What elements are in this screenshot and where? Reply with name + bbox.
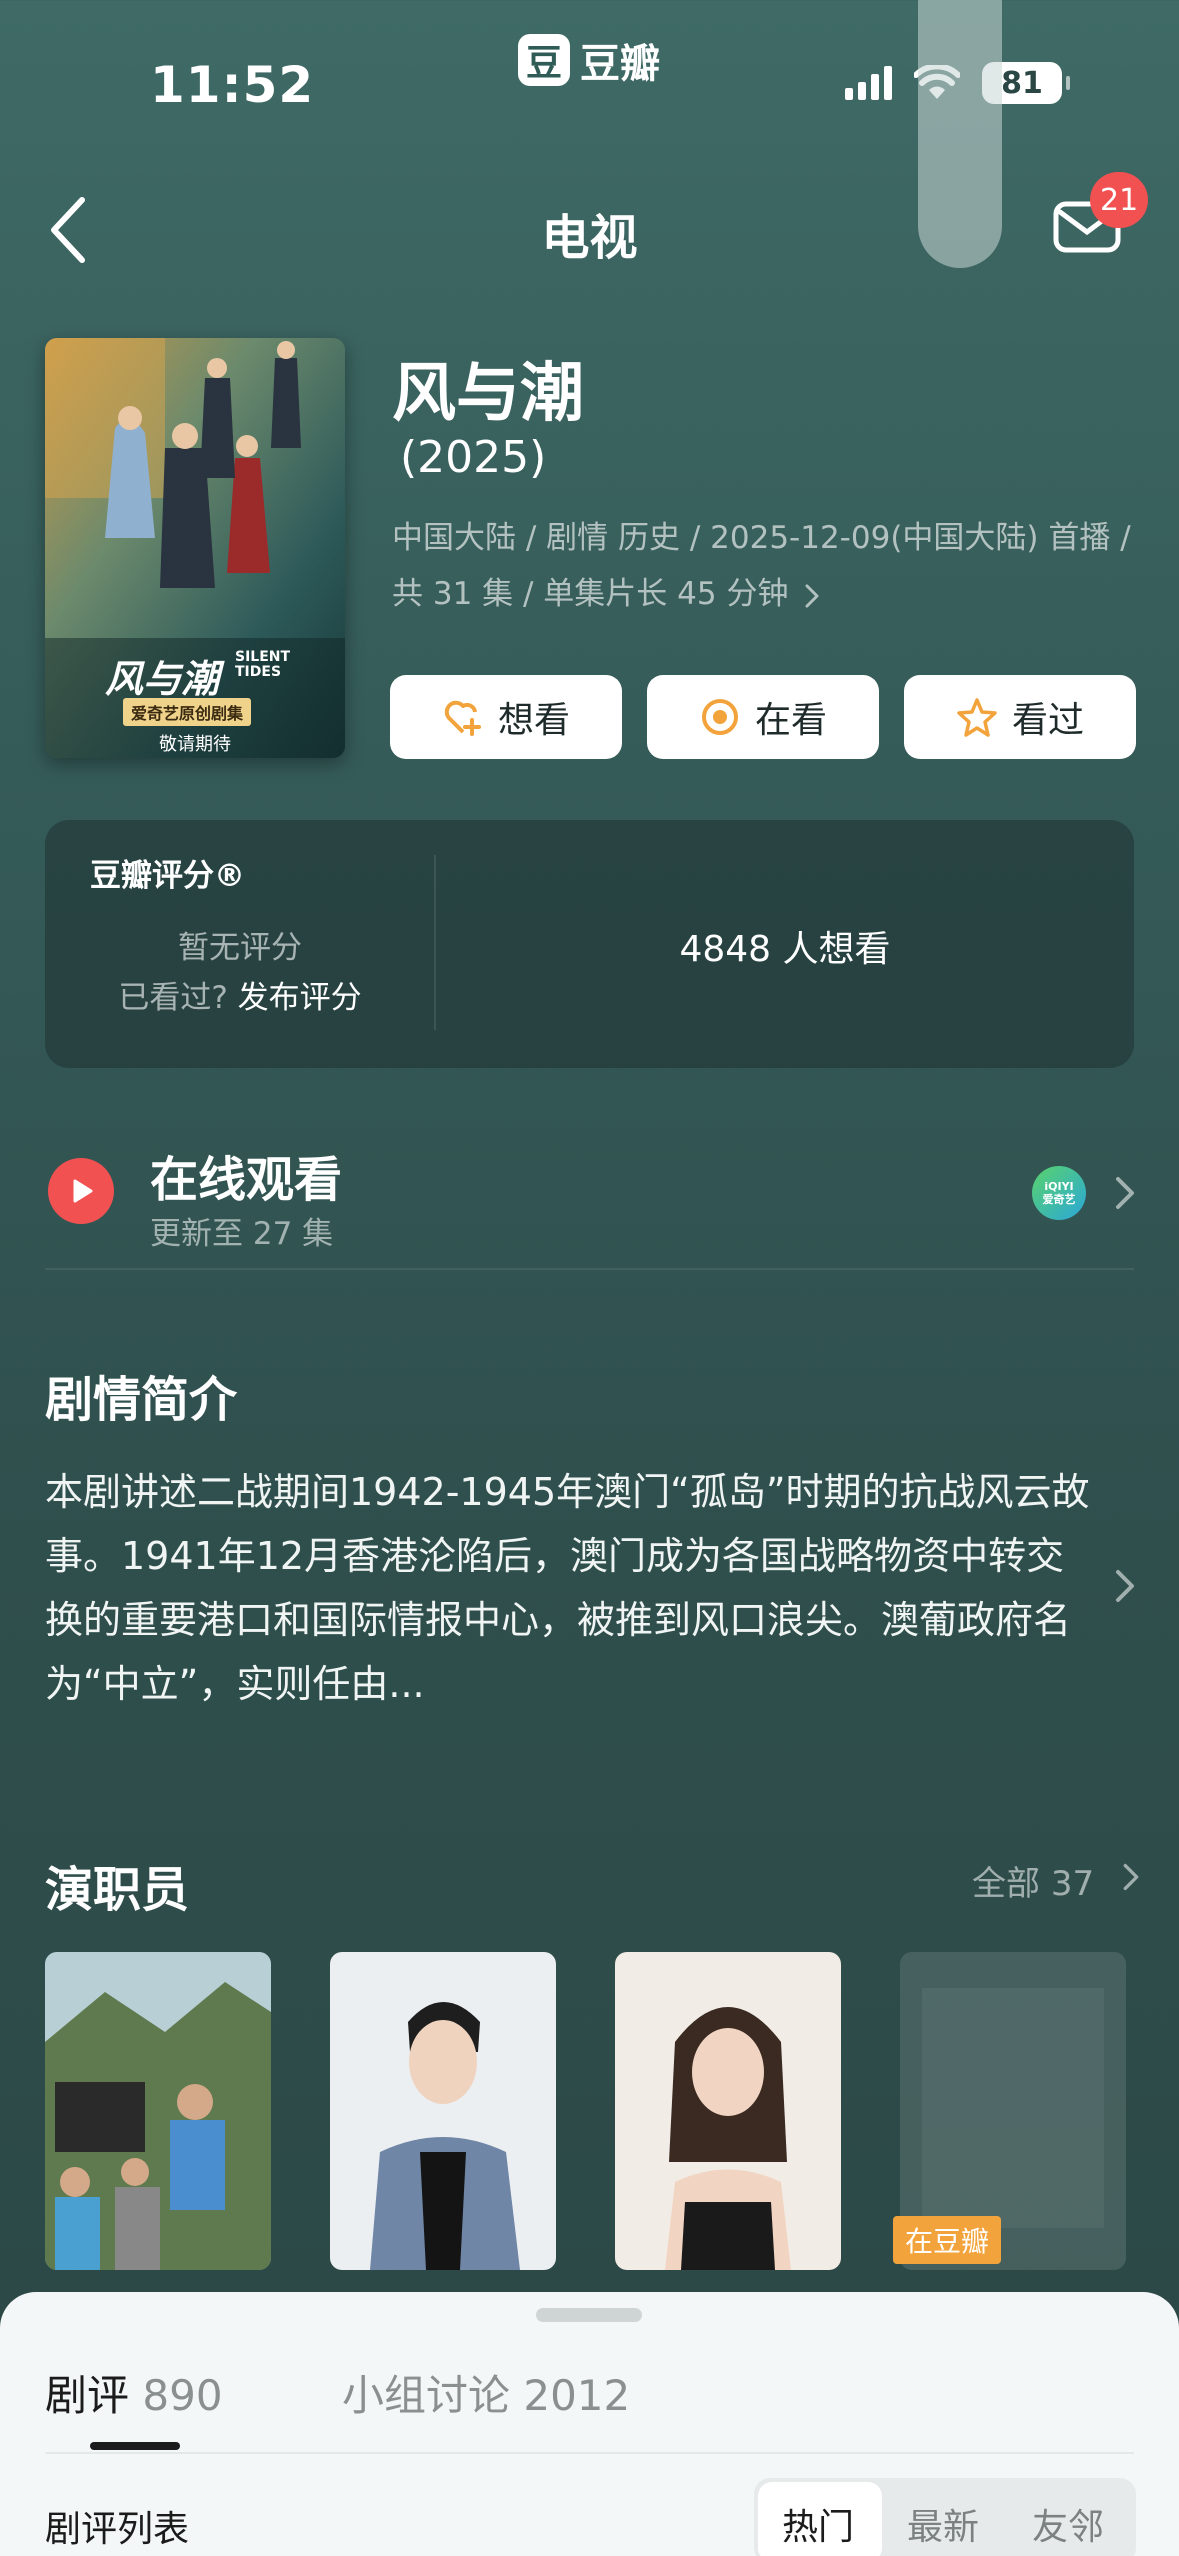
- cast-photo-actor: [330, 1952, 556, 2270]
- watch-online-title[interactable]: 在线观看: [150, 1140, 342, 1210]
- divider: [45, 2452, 1134, 2454]
- cast-member-photo[interactable]: [330, 1952, 556, 2270]
- douban-tag: 在豆瓣: [893, 2216, 1002, 2264]
- tab-reviews-label: 剧评: [45, 2371, 130, 2420]
- show-meta-text: 中国大陆 / 剧情 历史 / 2025-12-09(中国大陆) 首播 / 共 3…: [392, 520, 1131, 612]
- sort-hot[interactable]: 热门: [782, 2498, 854, 2550]
- review-list-label: 剧评列表: [45, 2509, 190, 2550]
- heart-plus-icon: [444, 700, 481, 736]
- rating-no-score: 暂无评分: [178, 930, 302, 966]
- tab-reviews[interactable]: 剧评 890: [45, 2362, 223, 2423]
- cast-all-count: 37: [1050, 1864, 1095, 1904]
- douban-logo-icon: 豆: [518, 34, 570, 86]
- want-button[interactable]: 想看: [390, 675, 622, 759]
- star-icon: [957, 698, 997, 737]
- cast-all-label: 全部: [972, 1864, 1040, 1904]
- status-time: 11:52: [150, 56, 315, 114]
- rating-prompt-text: 已看过?: [118, 980, 228, 1016]
- watching-label: 在看: [754, 700, 827, 741]
- chevron-right-icon[interactable]: [1122, 1862, 1140, 1892]
- cast-member-photo[interactable]: [615, 1952, 841, 2270]
- poster-coming: 敬请期待: [159, 734, 231, 755]
- poster-tag: 爱奇艺原创剧集: [123, 698, 252, 726]
- tab-group-discussion[interactable]: 小组讨论 2012: [342, 2362, 630, 2423]
- show-year: (2025): [400, 432, 547, 483]
- chevron-right-icon: [805, 583, 819, 608]
- play-icon[interactable]: [48, 1158, 114, 1224]
- watch-online-subtitle: 更新至 27 集: [150, 1216, 334, 1252]
- tab-reviews-count: 890: [142, 2371, 223, 2420]
- publish-rating-link[interactable]: 发布评分: [238, 980, 362, 1016]
- iqiyi-logo-text: iQIYI: [1044, 1180, 1074, 1193]
- cast-all-link[interactable]: 全部 37: [972, 1856, 1094, 1905]
- cast-photo-director: [45, 1952, 271, 2270]
- page-title: 电视: [541, 210, 638, 266]
- action-buttons: 想看 在看 看过: [390, 675, 1136, 759]
- want-count[interactable]: 4848 人想看: [436, 920, 1134, 972]
- cast-photo-actress: [615, 1952, 841, 2270]
- cast-photo-placeholder: [922, 1988, 1104, 2228]
- poster-title: 风与潮: [105, 657, 220, 701]
- chevron-right-icon[interactable]: [1114, 1175, 1136, 1211]
- show-meta[interactable]: 中国大陆 / 剧情 历史 / 2025-12-09(中国大陆) 首播 / 共 3…: [392, 510, 1132, 622]
- watching-icon: [701, 699, 738, 735]
- show-title: 风与潮: [392, 357, 584, 431]
- cast-member-photo[interactable]: [45, 1952, 271, 2270]
- app-name: 豆瓣: [580, 41, 660, 87]
- rating-title: 豆瓣评分®: [90, 858, 245, 894]
- show-poster[interactable]: 风与潮 SILENT TIDES 爱奇艺原创剧集 敬请期待: [45, 338, 345, 758]
- cast-heading: 演职员: [45, 1862, 190, 1918]
- poster-subtitle: SILENT TIDES: [235, 649, 291, 680]
- chevron-right-icon[interactable]: [1114, 1568, 1136, 1604]
- status-app-indicator: 豆 豆瓣: [518, 30, 660, 90]
- tab-active-indicator: [90, 2442, 180, 2450]
- sort-friends[interactable]: 友邻: [1032, 2498, 1104, 2550]
- divider: [45, 1268, 1134, 1270]
- sheet-drag-handle[interactable]: [536, 2308, 642, 2322]
- watched-label: 看过: [1011, 700, 1084, 741]
- iqiyi-logo-icon[interactable]: iQIYI 爱奇艺: [1032, 1166, 1086, 1220]
- sort-newest[interactable]: 最新: [907, 2498, 979, 2550]
- mail-badge: 21: [1090, 172, 1149, 228]
- cellular-signal-icon: [845, 66, 892, 100]
- watched-button[interactable]: 看过: [904, 675, 1136, 759]
- rating-prompt: 已看过? 发布评分: [45, 972, 435, 1017]
- watching-button[interactable]: 在看: [647, 675, 879, 759]
- synopsis-heading: 剧情简介: [45, 1372, 238, 1428]
- synopsis-text[interactable]: 本剧讲述二战期间1942-1945年澳门“孤岛”时期的抗战风云故事。1941年1…: [45, 1460, 1095, 1716]
- want-label: 想看: [497, 700, 570, 741]
- iqiyi-logo-cn: 爱奇艺: [1042, 1193, 1076, 1206]
